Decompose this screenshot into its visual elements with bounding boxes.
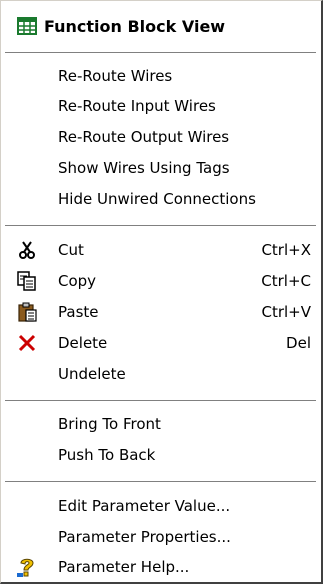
menu-item-re-route-wires[interactable]: Re-Route Wires [2, 61, 319, 91]
menu-item-show-wires-using-tags[interactable]: Show Wires Using Tags [2, 153, 319, 183]
delete-x-icon [15, 332, 39, 354]
help-icon [15, 556, 39, 578]
scissors-icon [15, 239, 39, 261]
grid-table-icon [15, 15, 39, 37]
menu-item-label: Delete [58, 334, 108, 352]
menu-item-bring-to-front[interactable]: Bring To Front [2, 409, 319, 439]
menu-item-label: Paste [58, 303, 99, 321]
menu-item-copy[interactable]: Copy Ctrl+C [2, 266, 319, 296]
menu-item-shortcut: Ctrl+V [261, 303, 311, 321]
menu-item-shortcut: Del [286, 334, 311, 352]
menu-item-label: Push To Back [58, 446, 156, 464]
menu-item-re-route-input-wires[interactable]: Re-Route Input Wires [2, 91, 319, 121]
paste-icon [15, 301, 39, 323]
menu-separator [5, 481, 316, 483]
copy-icon [15, 270, 39, 292]
menu-item-push-to-back[interactable]: Push To Back [2, 440, 319, 470]
menu-item-undelete[interactable]: Undelete [2, 359, 319, 389]
menu-item-edit-parameter-value[interactable]: Edit Parameter Value... [2, 491, 319, 521]
menu-item-label: Cut [58, 241, 84, 259]
menu-item-hide-unwired-connections[interactable]: Hide Unwired Connections [2, 184, 319, 214]
menu-item-parameter-help[interactable]: Parameter Help... [2, 552, 319, 582]
menu-item-label: Parameter Properties... [58, 528, 231, 546]
menu-item-delete[interactable]: Delete Del [2, 328, 319, 358]
menu-item-shortcut: Ctrl+C [261, 272, 311, 290]
menu-item-cut[interactable]: Cut Ctrl+X [2, 235, 319, 265]
menu-item-label: Bring To Front [58, 415, 161, 433]
menu-item-label: Re-Route Input Wires [58, 97, 216, 115]
context-menu: Function Block View Re-Route Wires Re-Ro… [0, 0, 323, 584]
menu-header-label: Function Block View [44, 16, 226, 36]
menu-item-paste[interactable]: Paste Ctrl+V [2, 297, 319, 327]
menu-item-label: Hide Unwired Connections [58, 190, 256, 208]
menu-item-re-route-output-wires[interactable]: Re-Route Output Wires [2, 122, 319, 152]
menu-separator [5, 400, 316, 402]
menu-item-label: Re-Route Output Wires [58, 128, 230, 146]
menu-item-parameter-properties[interactable]: Parameter Properties... [2, 522, 319, 552]
menu-item-label: Re-Route Wires [58, 67, 173, 85]
menu-item-shortcut: Ctrl+X [261, 241, 311, 259]
menu-separator [5, 225, 316, 227]
menu-item-label: Undelete [58, 365, 126, 383]
menu-item-label: Copy [58, 272, 97, 290]
menu-item-label: Parameter Help... [58, 558, 190, 576]
menu-item-label: Edit Parameter Value... [58, 497, 231, 515]
menu-separator [5, 52, 316, 54]
menu-header-function-block-view[interactable]: Function Block View [2, 11, 319, 41]
menu-item-label: Show Wires Using Tags [58, 159, 230, 177]
